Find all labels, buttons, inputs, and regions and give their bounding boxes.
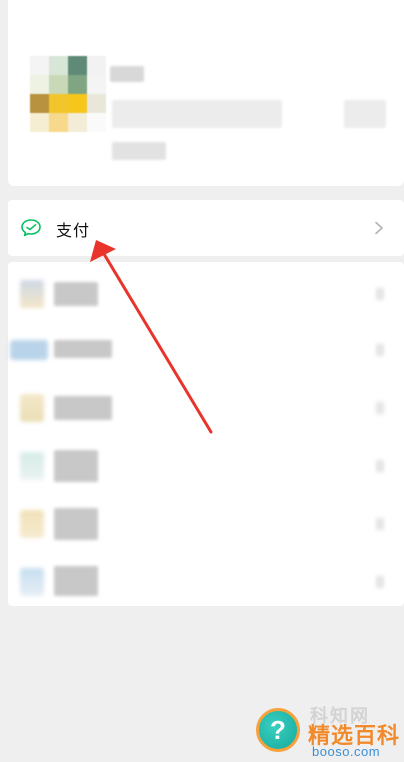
profile-name-blurred — [110, 66, 144, 82]
watermark-url: booso.com — [312, 744, 381, 759]
watermark: ? 科知网 精选百科 booso.com — [246, 700, 404, 762]
list-item[interactable] — [8, 378, 404, 436]
list-item[interactable] — [8, 320, 404, 378]
chevron-right-icon — [376, 402, 384, 414]
profile-qr-blurred[interactable] — [344, 100, 386, 128]
list-item-label-blurred — [54, 450, 98, 482]
list-item-label-blurred — [54, 508, 98, 540]
list-item-label-blurred — [54, 282, 98, 306]
list-item-icon — [10, 340, 48, 360]
profile-id-blurred — [112, 100, 282, 128]
wechat-pay-icon — [21, 219, 41, 237]
list-item-label-blurred — [54, 566, 98, 596]
menu-item-pay[interactable]: 支付 — [8, 200, 404, 256]
list-item-label-blurred — [54, 396, 112, 420]
avatar[interactable] — [30, 56, 106, 132]
list-item[interactable] — [8, 436, 404, 494]
list-item[interactable] — [8, 494, 404, 552]
menu-list-blurred — [8, 262, 404, 606]
menu-item-pay-label: 支付 — [56, 221, 91, 240]
list-item-icon — [20, 510, 44, 538]
list-item[interactable] — [8, 552, 404, 610]
list-item-icon — [20, 568, 44, 596]
chevron-right-icon — [375, 221, 383, 235]
list-item[interactable] — [8, 264, 404, 322]
profile-card[interactable] — [8, 0, 404, 186]
list-item-icon — [20, 280, 44, 308]
chevron-right-icon — [376, 460, 384, 472]
list-item-icon — [20, 394, 44, 422]
list-item-label-blurred — [54, 340, 112, 358]
list-item-icon — [20, 452, 44, 480]
chevron-right-icon — [376, 344, 384, 356]
chevron-right-icon — [376, 288, 384, 300]
chevron-right-icon — [376, 576, 384, 588]
chevron-right-icon — [376, 518, 384, 530]
question-badge-icon: ? — [256, 708, 300, 752]
profile-status-blurred[interactable] — [112, 142, 166, 160]
